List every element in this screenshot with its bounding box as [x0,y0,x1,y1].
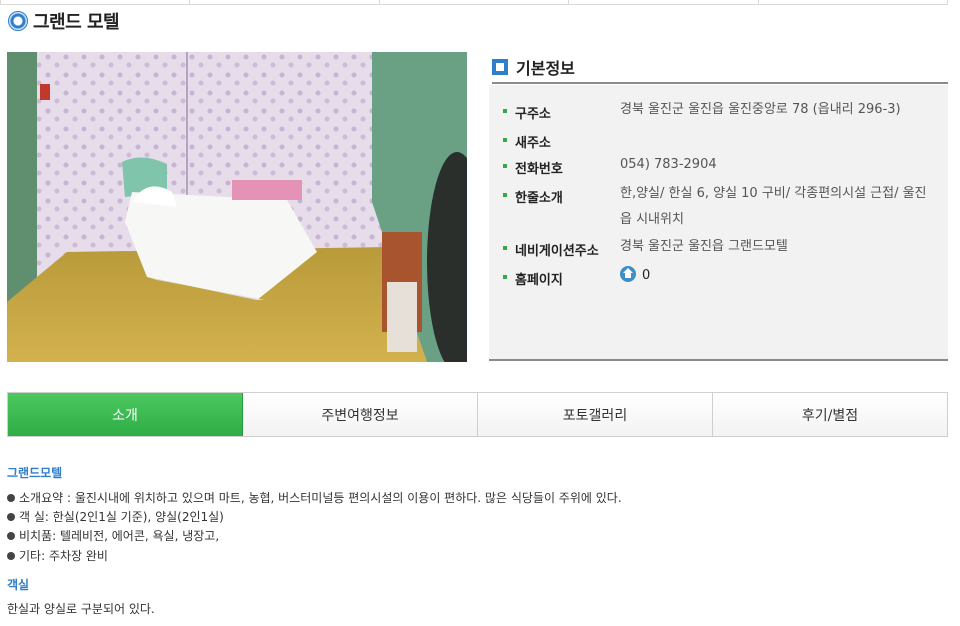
info-label: 전화번호 [503,158,620,178]
info-label: 네비게이션주소 [503,240,620,260]
top-strip-cell [380,0,570,4]
info-value: 경북 울진군 울진읍 울진중앙로 78 (읍내리 296-3) [620,102,901,117]
intro-item-text: 비치품: 텔레비전, 에어콘, 욕실, 냉장고, [19,529,220,543]
info-value: 054) 783-2904 [620,157,717,172]
intro-item: 객 실: 한실(2인1실 기준), 양실(2인1실) [7,508,224,525]
top-strip-cell [759,0,949,4]
info-value: 경북 울진군 울진읍 그랜드모텔 [620,239,788,254]
info-row-homepage: 홈페이지 0 [503,266,936,289]
room-photo [7,52,467,362]
room-photo-illustration [7,52,467,362]
basic-info-header: 기본정보 [492,52,948,84]
info-value [620,126,936,151]
basic-info-title: 기본정보 [516,59,575,78]
bullet-dot-icon [7,513,15,521]
intro-item-text: 소개요약 : 울진시내에 위치하고 있으며 마트, 농협, 버스터미널등 편의시… [19,491,622,505]
intro-item: 비치품: 텔레비전, 에어콘, 욕실, 냉장고, [7,527,219,544]
tab-intro[interactable]: 소개 [8,393,243,436]
intro-section-title: 그랜드모텔 [7,466,63,480]
info-label: 구주소 [503,103,620,123]
tab-reviews[interactable]: 후기/별점 [713,393,947,436]
info-label: 홈페이지 [503,269,620,289]
info-row-navi-address: 네비게이션주소 경북 울진군 울진읍 그랜드모텔 [503,239,936,260]
info-row-intro: 한줄소개 한,양실/ 한실 6, 양실 10 구비/ 각종편의시설 근접/ 울진… [503,186,936,233]
intro-item: 소개요약 : 울진시내에 위치하고 있으며 마트, 농협, 버스터미널등 편의시… [7,489,622,506]
tab-photo-gallery[interactable]: 포토갤러리 [478,393,713,436]
info-value: 한,양실/ 한실 6, 양실 10 구비/ 각종편의시설 근접/ 울진읍 시내위… [620,186,927,227]
basic-info-panel: 구주소 경북 울진군 울진읍 울진중앙로 78 (읍내리 296-3) 새주소 … [489,85,948,361]
intro-item-text: 기타: 주차장 완비 [19,549,108,563]
tab-nearby-travel[interactable]: 주변여행정보 [243,393,478,436]
top-strip-cell [0,0,191,4]
info-row-phone: 전화번호 054) 783-2904 [503,157,936,178]
homepage-value[interactable]: 0 [620,263,936,289]
rooms-text: 한실과 양실로 구분되어 있다. [7,602,155,616]
home-icon[interactable] [620,266,636,282]
page-title: 그랜드 모텔 [33,12,120,33]
page-title-row: 그랜드 모텔 [8,8,120,34]
intro-item-text: 객 실: 한실(2인1실 기준), 양실(2인1실) [19,510,224,524]
top-tab-strip [0,0,949,5]
content-tabs: 소개 주변여행정보 포토갤러리 후기/별점 [7,392,948,437]
circle-bullet-icon [8,11,28,31]
info-row-old-address: 구주소 경북 울진군 울진읍 울진중앙로 78 (읍내리 296-3) [503,102,936,123]
intro-item: 기타: 주차장 완비 [7,547,108,564]
bullet-dot-icon [7,552,15,560]
bullet-dot-icon [7,532,15,540]
info-label: 한줄소개 [503,187,620,233]
info-label: 새주소 [503,132,620,151]
square-bullet-icon [492,59,508,75]
info-row-new-address: 새주소 [503,132,936,151]
homepage-count: 0 [642,268,651,283]
rooms-section-title: 객실 [7,578,30,592]
top-strip-cell [190,0,380,4]
top-strip-cell [569,0,759,4]
bullet-dot-icon [7,494,15,502]
